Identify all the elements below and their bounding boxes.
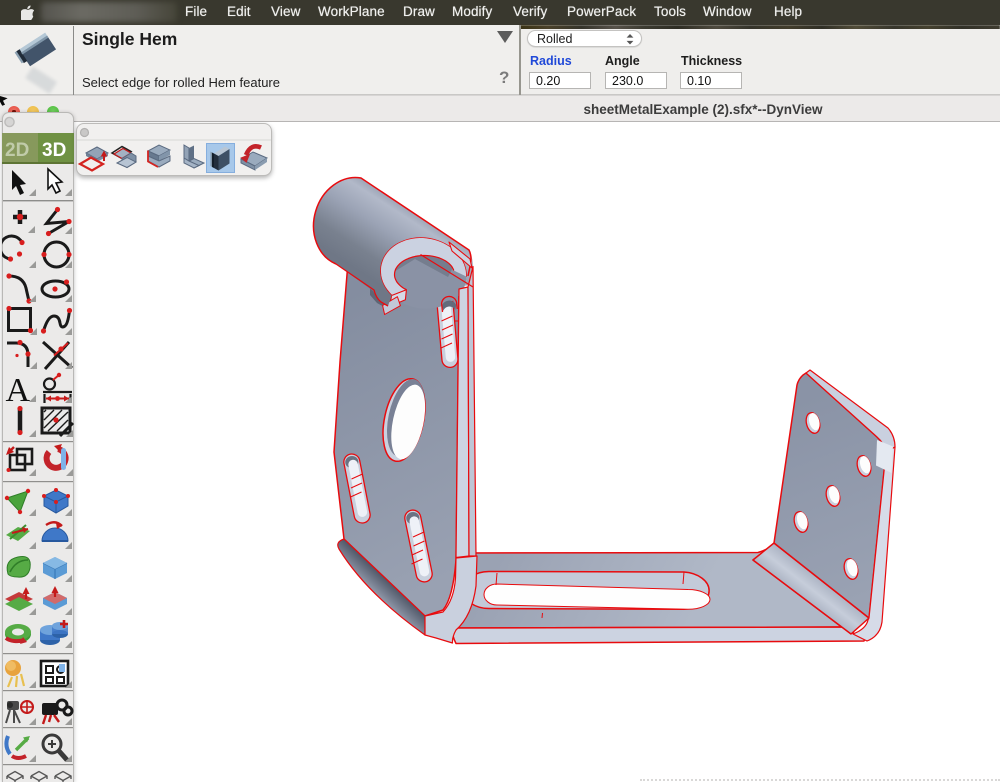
- svg-text:3D: 3D: [42, 140, 66, 161]
- svg-text:2D: 2D: [5, 140, 29, 161]
- svg-text:A: A: [6, 372, 31, 409]
